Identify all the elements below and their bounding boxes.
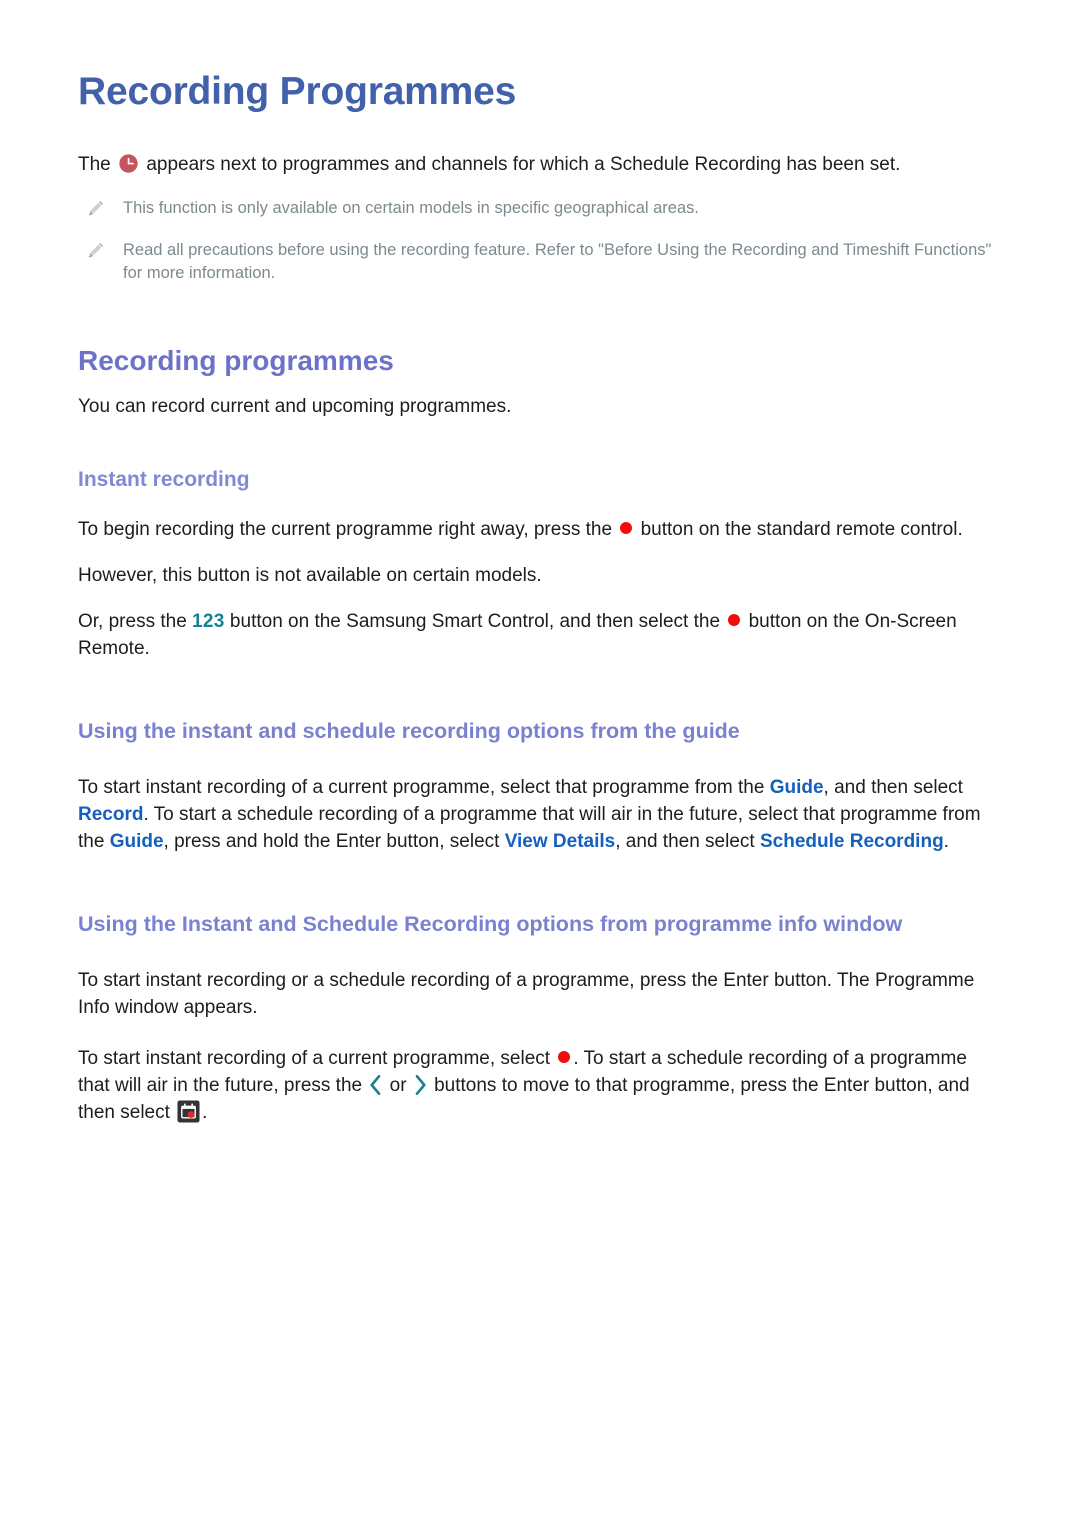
text-fragment: or xyxy=(384,1075,412,1097)
keyword-schedule-recording[interactable]: Schedule Recording xyxy=(760,831,944,852)
schedule-recording-badge-icon xyxy=(177,1100,200,1123)
chevron-left-icon xyxy=(370,1075,381,1096)
pencil-icon xyxy=(88,242,104,257)
info-window-paragraph-2: To start instant recording of a current … xyxy=(78,1021,1002,1127)
intro-paragraph: The appears next to programmes and chann… xyxy=(78,114,1002,179)
intro-text-before: The xyxy=(78,153,111,175)
pencil-icon xyxy=(88,200,104,215)
text-fragment: To start instant recording or a schedule… xyxy=(78,969,975,1018)
text-fragment: , press and hold the Enter button, selec… xyxy=(163,830,505,852)
clock-icon xyxy=(119,153,138,173)
subsection-heading-instant-recording: Instant recording xyxy=(78,467,250,491)
text-fragment: . xyxy=(202,1102,208,1124)
section-heading-recording-programmes: Recording programmes xyxy=(78,345,394,377)
text-fragment: To begin recording the current programme… xyxy=(78,519,618,541)
subsection-heading-guide-options: Using the instant and schedule recording… xyxy=(78,719,740,744)
text-fragment: To start instant recording of a current … xyxy=(78,776,770,798)
text-fragment: button on the standard remote control. xyxy=(635,519,963,541)
subsection-heading-info-window-options: Using the Instant and Schedule Recording… xyxy=(78,911,903,936)
text-fragment: To start instant recording of a current … xyxy=(78,1048,556,1070)
intro-text-after: appears next to programmes and channels … xyxy=(146,153,901,175)
section-lead-text: You can record current and upcoming prog… xyxy=(78,396,512,417)
note-item: This function is only available on certa… xyxy=(78,197,1002,221)
note-text: Read all precautions before using the re… xyxy=(123,240,992,283)
text-fragment: However, this button is not available on… xyxy=(78,565,542,587)
text-fragment: . xyxy=(943,830,949,852)
guide-options-paragraph: To start instant recording of a current … xyxy=(78,745,1002,856)
red-record-dot-icon xyxy=(558,1051,571,1064)
keyword-guide[interactable]: Guide xyxy=(110,831,164,852)
note-item: Read all precautions before using the re… xyxy=(78,239,1002,287)
text-fragment: Or, press the xyxy=(78,611,193,633)
info-window-paragraph-1: To start instant recording or a schedule… xyxy=(78,938,1002,1022)
instant-recording-paragraph-3: Or, press the 123 button on the Samsung … xyxy=(78,590,1002,663)
note-list: This function is only available on certa… xyxy=(78,197,1002,287)
chevron-right-icon xyxy=(415,1075,426,1096)
text-fragment: , and then select xyxy=(615,830,760,852)
page-title: Recording Programmes xyxy=(78,70,517,113)
text-fragment: button on the Samsung Smart Control, and… xyxy=(224,611,726,633)
instant-recording-paragraph-2: However, this button is not available on… xyxy=(78,544,1002,590)
document-page: Recording Programmes The appears next to… xyxy=(0,0,1080,1527)
note-text: This function is only available on certa… xyxy=(123,198,699,217)
keyword-guide[interactable]: Guide xyxy=(770,777,824,798)
instant-recording-paragraph-1: To begin recording the current programme… xyxy=(78,492,1002,544)
keyword-record[interactable]: Record xyxy=(78,804,143,825)
red-record-dot-icon xyxy=(620,522,633,535)
number-key-123-icon: 123 xyxy=(192,611,225,633)
red-record-dot-icon xyxy=(728,614,741,627)
text-fragment: , and then select xyxy=(823,776,963,798)
keyword-view-details[interactable]: View Details xyxy=(505,831,616,852)
